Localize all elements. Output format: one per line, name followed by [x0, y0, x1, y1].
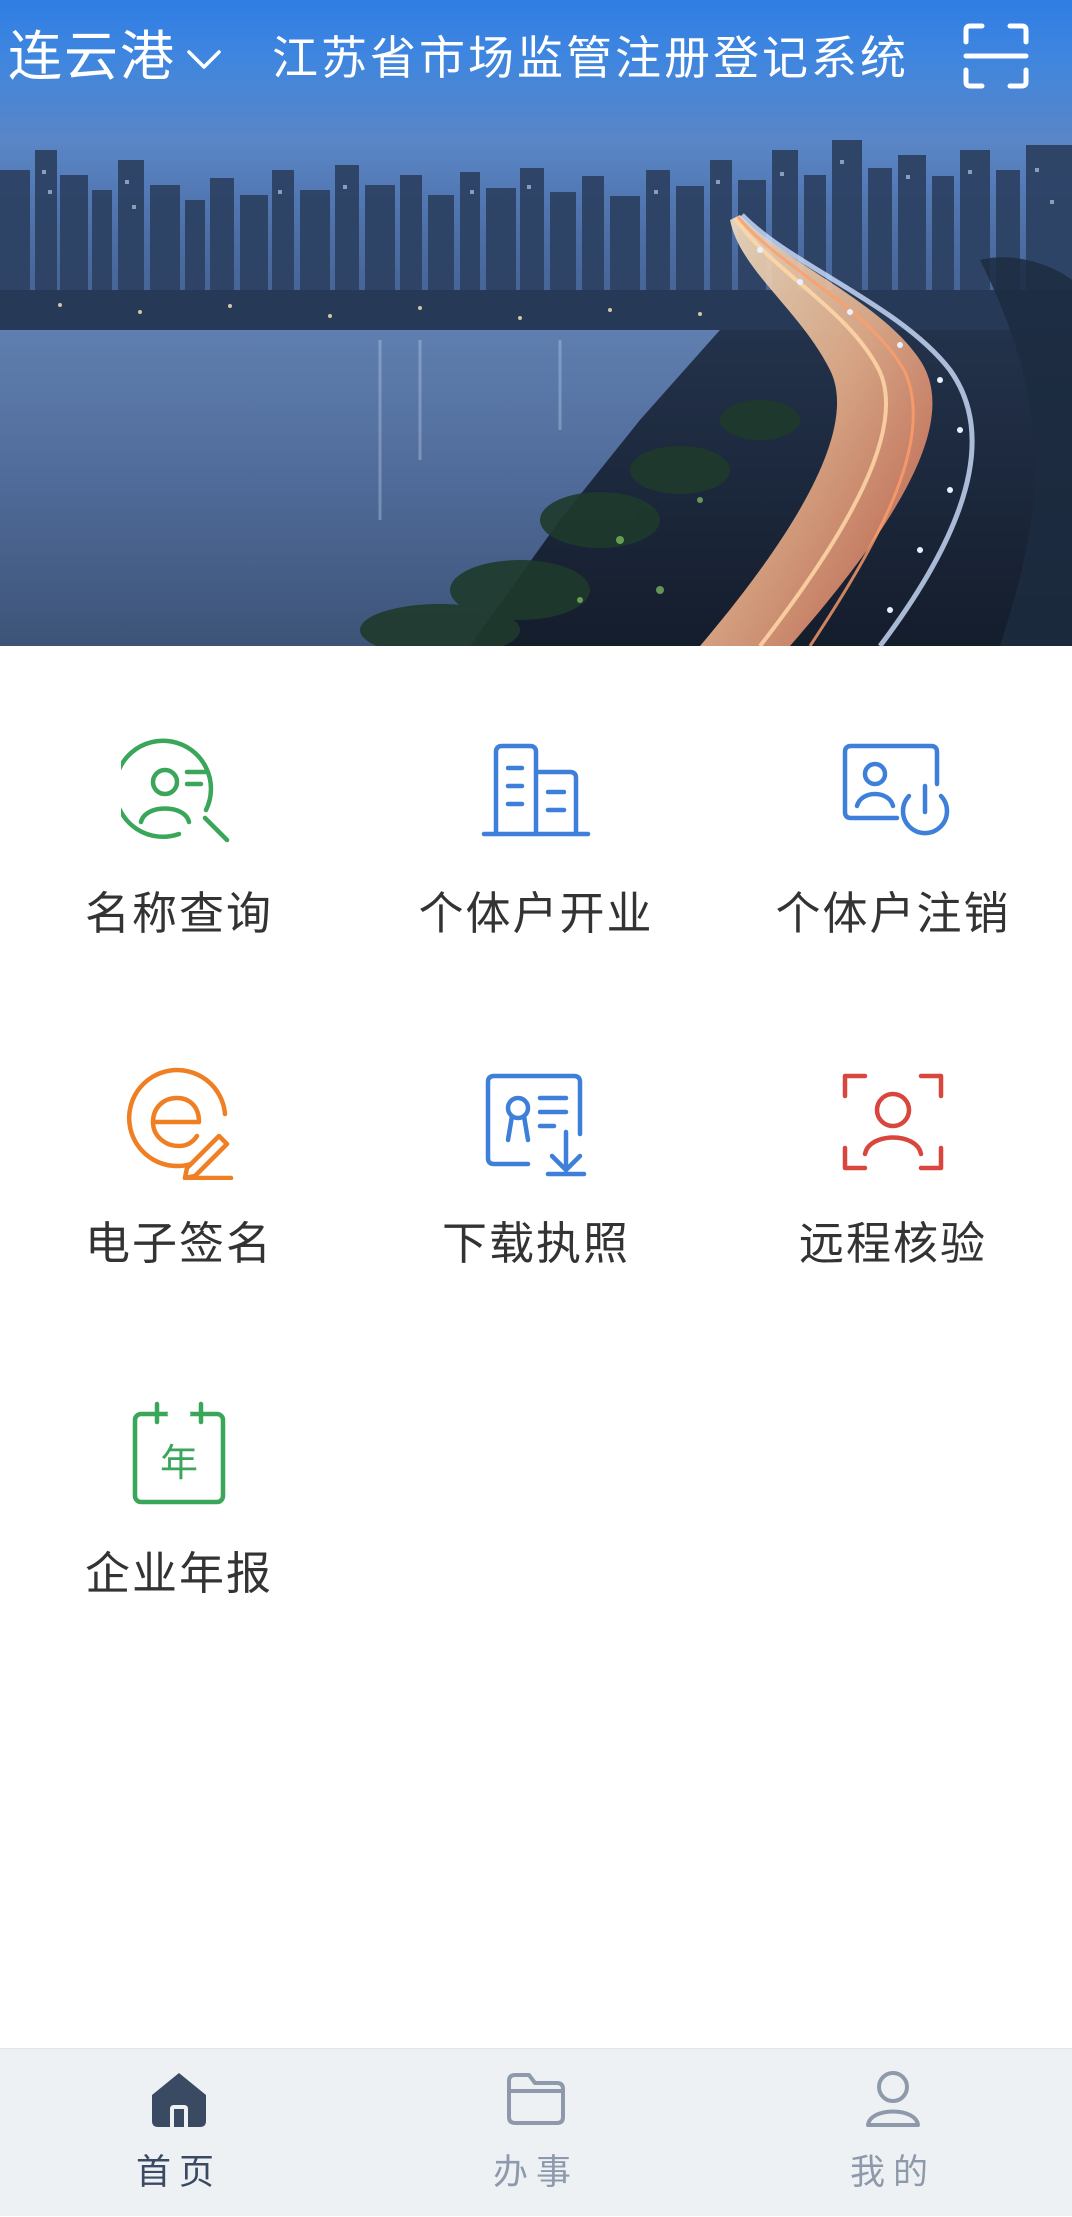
service-label: 远程核验 [798, 1217, 987, 1270]
service-label: 电子签名 [84, 1217, 273, 1270]
city-selector[interactable]: 连云港 [8, 22, 222, 92]
service-download-license[interactable]: 下载执照 [357, 976, 715, 1306]
service-e-signature[interactable]: 电子签名 [0, 976, 358, 1306]
tab-services[interactable]: 办事 [357, 2049, 715, 2217]
scan-icon[interactable] [962, 22, 1030, 90]
service-individual-cancel[interactable]: 个体户注销 [714, 646, 1072, 976]
home-icon [152, 2073, 206, 2127]
bottom-tab-bar: 首页 办事 我的 [0, 2048, 1072, 2216]
service-label: 企业年报 [84, 1547, 273, 1600]
tab-label: 首页 [135, 2153, 222, 2193]
tab-label: 办事 [492, 2153, 579, 2193]
top-bar: 连云港 江苏省市场监管注册登记系统 [0, 0, 1072, 118]
deregister-icon [842, 743, 950, 836]
svg-text:年: 年 [160, 1441, 198, 1485]
service-label: 个体户注销 [775, 887, 1011, 940]
banner: 连云港 江苏省市场监管注册登记系统 [0, 0, 1072, 646]
city-name: 连云港 [8, 25, 176, 88]
service-label: 下载执照 [441, 1217, 630, 1270]
service-annual-report[interactable]: 年 企业年报 [0, 1306, 358, 1636]
name-search-icon [121, 738, 230, 843]
building-icon [481, 743, 591, 837]
remote-verify-icon [842, 1073, 944, 1171]
service-remote-verify[interactable]: 远程核验 [714, 976, 1072, 1306]
service-name-search[interactable]: 名称查询 [0, 646, 358, 976]
e-sign-icon [126, 1067, 234, 1180]
tab-home[interactable]: 首页 [0, 2049, 358, 2217]
download-license-icon [485, 1073, 587, 1177]
user-icon [866, 2071, 920, 2127]
service-label: 个体户开业 [418, 887, 654, 940]
chevron-down-icon [187, 50, 221, 69]
folder-icon [507, 2073, 565, 2125]
system-title: 江苏省市场监管注册登记系统 [272, 31, 909, 85]
service-label: 名称查询 [84, 887, 273, 940]
annual-report-icon: 年 [132, 1401, 226, 1505]
tab-label: 我的 [849, 2153, 936, 2193]
tab-mine[interactable]: 我的 [714, 2049, 1072, 2217]
service-individual-open[interactable]: 个体户开业 [357, 646, 715, 976]
